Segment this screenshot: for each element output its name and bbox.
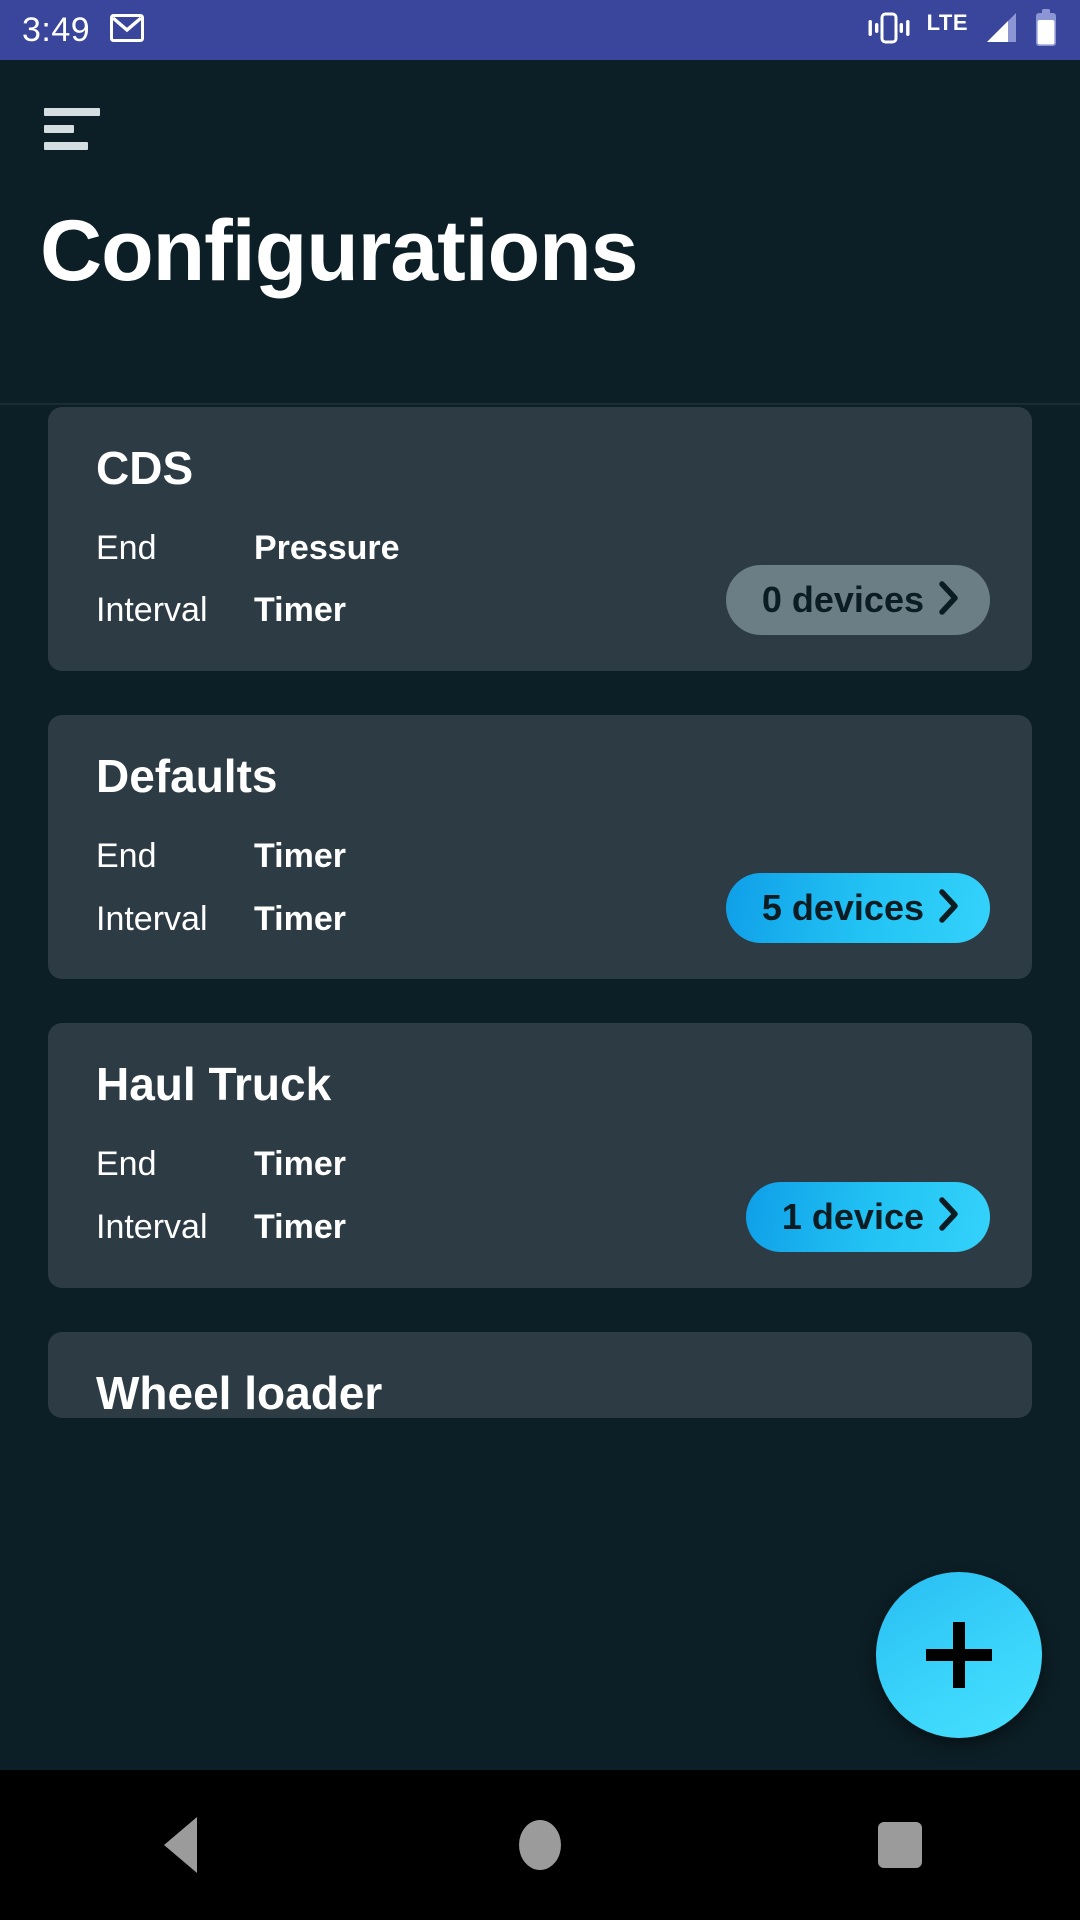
home-icon: [519, 1820, 561, 1870]
signal-bars-icon: [982, 11, 1020, 50]
status-bar-right: LTE: [865, 8, 1058, 52]
battery-icon: [1034, 8, 1058, 52]
app-bar: Configurations: [0, 60, 1080, 405]
end-row: End Timer: [96, 1144, 984, 1185]
status-bar-left: 3:49: [22, 11, 145, 49]
end-value: Timer: [254, 1144, 346, 1183]
android-navigation-bar: [0, 1770, 1080, 1920]
chevron-right-icon: [938, 580, 960, 621]
nav-home-button[interactable]: [360, 1770, 720, 1920]
gmail-icon: [110, 13, 145, 47]
devices-pill-button[interactable]: 1 device: [745, 1181, 990, 1252]
interval-label: Interval: [96, 899, 208, 938]
configuration-card[interactable]: Defaults End Timer Interval Timer 5 devi…: [48, 715, 1032, 980]
interval-value: Timer: [254, 899, 346, 938]
menu-line-middle: [44, 125, 74, 133]
status-clock: 3:49: [22, 11, 91, 49]
end-value: Pressure: [254, 528, 400, 567]
devices-pill-label: 1 device: [781, 1195, 924, 1237]
card-title: Wheel loader: [96, 1366, 383, 1419]
hamburger-menu-icon[interactable]: [44, 108, 100, 150]
card-title: Defaults: [96, 750, 278, 803]
end-row: End Pressure: [96, 528, 984, 569]
recents-icon: [878, 1822, 922, 1868]
chevron-right-icon: [938, 1196, 960, 1237]
interval-label: Interval: [96, 591, 208, 630]
configuration-list[interactable]: CDS End Pressure Interval Timer 0 device…: [0, 407, 1080, 1470]
menu-line-top: [44, 108, 100, 116]
network-type-label: LTE: [926, 10, 968, 35]
vibrate-icon: [865, 10, 913, 51]
app-screen: 3:49 LTE Configurations CDS End Pressure…: [0, 0, 1080, 1920]
status-bar: 3:49 LTE: [0, 0, 1080, 60]
nav-recents-button[interactable]: [720, 1770, 1080, 1920]
add-configuration-fab[interactable]: [876, 1572, 1042, 1738]
devices-pill-button[interactable]: 5 devices: [725, 873, 990, 944]
card-title: CDS: [96, 442, 194, 494]
end-row: End Timer: [96, 836, 984, 877]
end-label: End: [96, 836, 157, 875]
page-title: Configurations: [40, 203, 638, 299]
chevron-right-icon: [938, 888, 960, 929]
interval-value: Timer: [254, 1207, 346, 1246]
menu-line-bottom: [44, 142, 88, 150]
configuration-card[interactable]: CDS End Pressure Interval Timer 0 device…: [48, 407, 1032, 672]
plus-icon-vertical: [953, 1622, 965, 1688]
end-label: End: [96, 528, 157, 567]
configuration-card[interactable]: Haul Truck End Timer Interval Timer 1 de…: [48, 1023, 1032, 1288]
card-title: Haul Truck: [96, 1058, 332, 1111]
back-icon: [163, 1817, 197, 1873]
devices-pill-label: 5 devices: [761, 887, 924, 929]
end-value: Timer: [254, 836, 346, 875]
devices-pill-label: 0 devices: [761, 579, 924, 621]
nav-back-button[interactable]: [0, 1770, 360, 1920]
devices-pill-button[interactable]: 0 devices: [725, 565, 990, 636]
interval-value: Timer: [254, 591, 346, 630]
end-label: End: [96, 1144, 157, 1183]
interval-label: Interval: [96, 1207, 208, 1246]
configuration-card[interactable]: Wheel loader: [48, 1331, 1032, 1419]
